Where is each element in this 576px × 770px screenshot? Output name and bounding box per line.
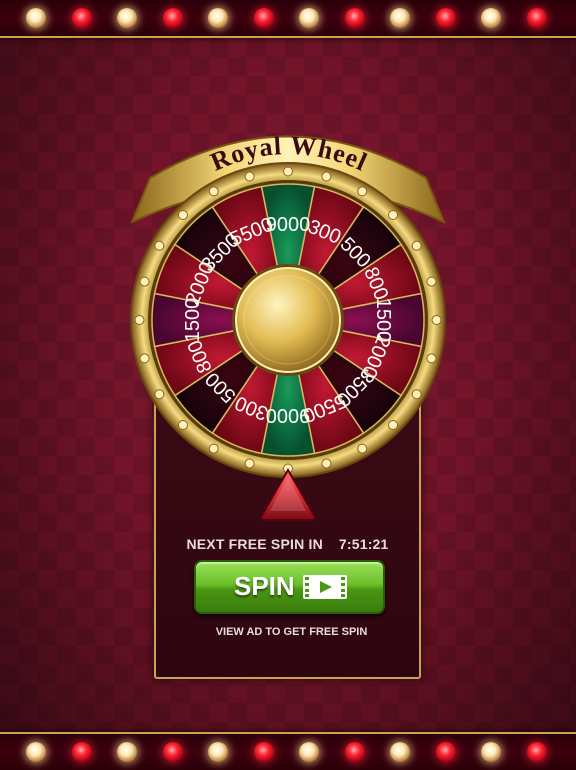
wheel-hub — [235, 267, 341, 373]
wheel-rim-stud — [177, 420, 188, 431]
wheel-rim-stud — [154, 240, 165, 251]
wheel-rim-stud — [139, 353, 150, 364]
wheel-rim-stud — [431, 315, 442, 325]
wheel-rim-stud — [321, 171, 332, 182]
wheel-rim-stud — [244, 171, 255, 182]
wheel-rim-stud — [134, 315, 145, 325]
wheel-rim-stud — [208, 186, 219, 197]
spin-button[interactable]: SPIN — [194, 560, 385, 614]
next-free-spin-label: NEXT FREE SPIN IN — [186, 536, 323, 552]
spin-button-label: SPIN — [234, 571, 295, 601]
wheel-rim-stud — [177, 209, 188, 220]
wheel-rim-stud — [411, 389, 422, 400]
wheel-rim-stud — [283, 166, 293, 177]
wheel-rim-stud — [411, 240, 422, 251]
video-play-icon — [303, 575, 347, 599]
prize-wheel[interactable]: 9000300500800150020003500550090003005008… — [0, 0, 576, 768]
wheel-rim-stud — [154, 389, 165, 400]
wheel-rim-stud — [388, 209, 399, 220]
wheel-rim-stud — [426, 276, 437, 287]
wheel-segment-value: 9000 — [266, 404, 311, 426]
wheel-rim-stud — [357, 186, 368, 197]
wheel-rim-stud — [321, 458, 332, 469]
wheel-rim-stud — [244, 458, 255, 469]
wheel-pointer — [259, 467, 317, 521]
wheel-rim-stud — [388, 420, 399, 431]
wheel-rim-stud — [357, 443, 368, 454]
wheel-rim-stud — [208, 443, 219, 454]
wheel-rim-stud — [139, 276, 150, 287]
view-ad-text: VIEW AD TO GET FREE SPIN — [215, 626, 368, 638]
next-free-spin: NEXT FREE SPIN IN 7:51:21 — [154, 536, 421, 552]
next-free-spin-timer: 7:51:21 — [338, 536, 389, 552]
wheel-rim-stud — [426, 353, 437, 364]
